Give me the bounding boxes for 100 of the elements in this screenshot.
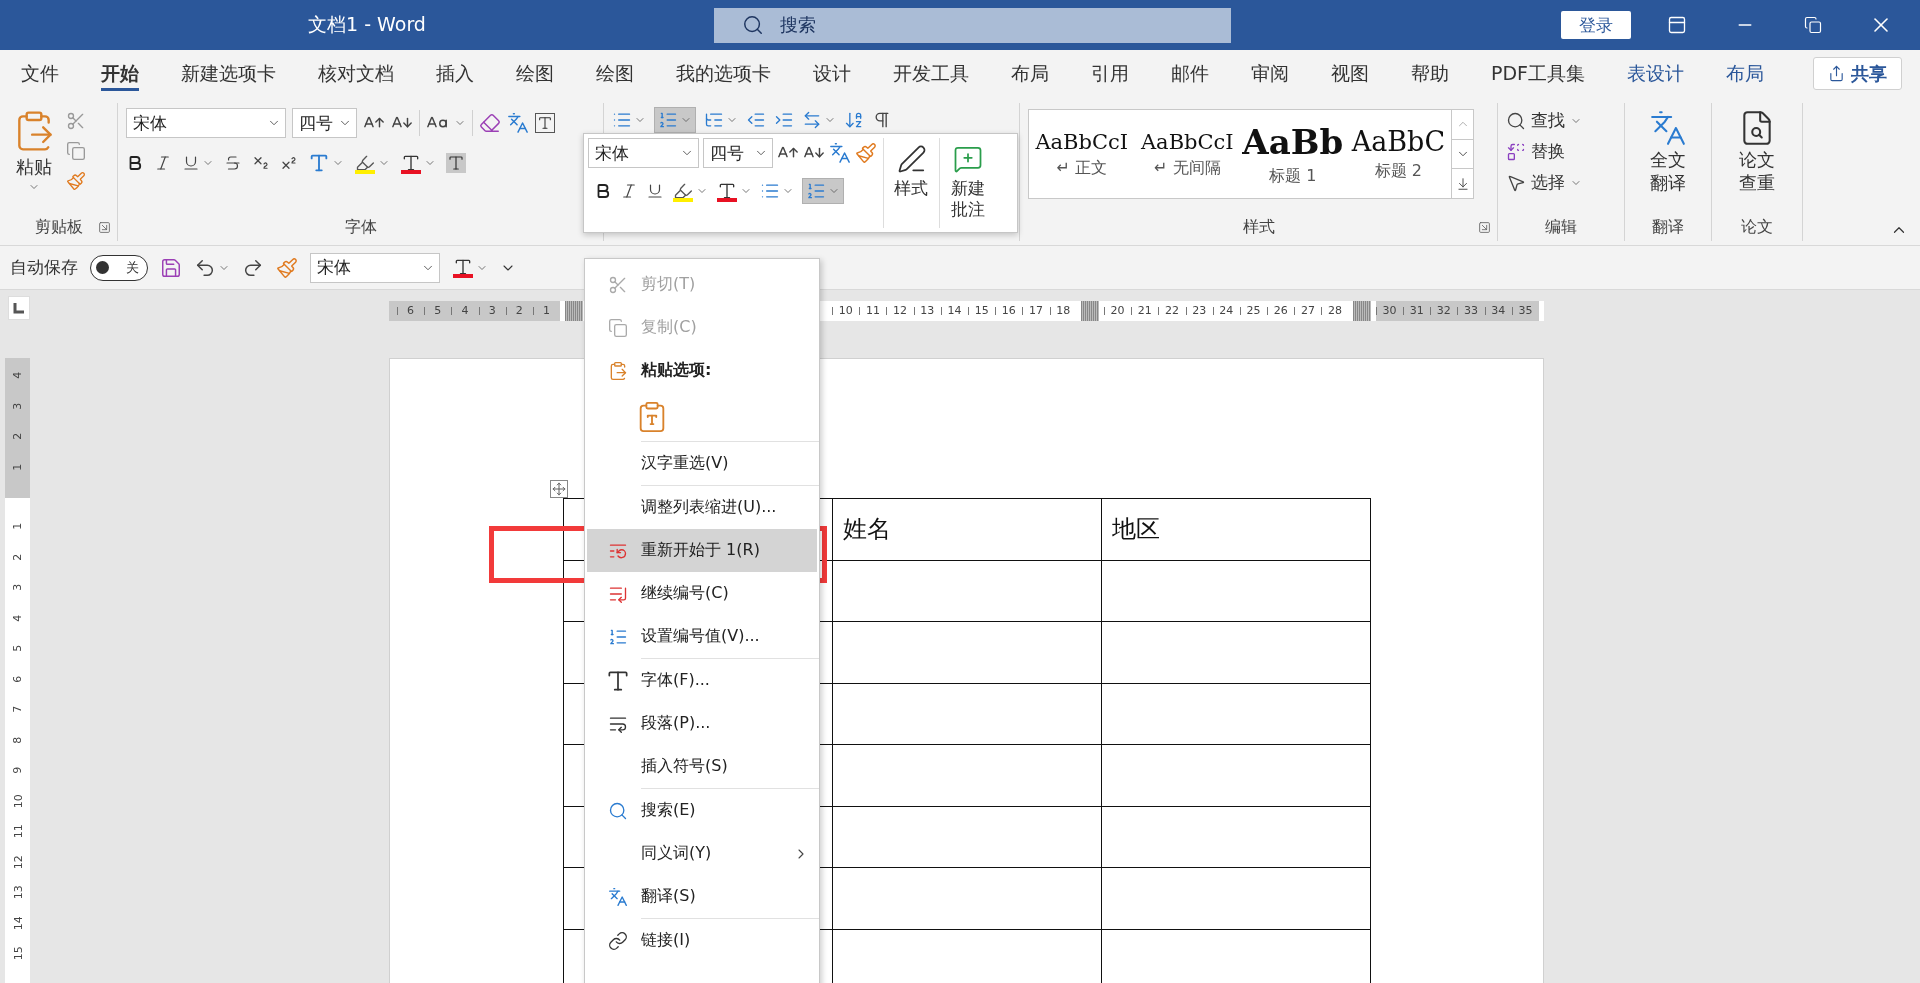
search-icon[interactable] <box>608 800 628 821</box>
editing-command[interactable]: 查找 <box>1506 109 1582 132</box>
sort-icon[interactable] <box>844 110 864 130</box>
ribbon-tab[interactable]: 我的选项卡 <box>655 50 792 97</box>
sign-in-button[interactable]: 登录 <box>1561 11 1631 39</box>
scissors-icon[interactable] <box>66 111 86 131</box>
numbering-button[interactable] <box>802 178 844 204</box>
editing-command[interactable]: 选择 <box>1506 171 1582 194</box>
ruler-number: 30 <box>1375 301 1404 321</box>
ribbon-tab[interactable]: 文件 <box>0 50 80 97</box>
share-button[interactable]: 共享 <box>1813 57 1902 90</box>
ribbon-tab[interactable]: 视图 <box>1310 50 1390 97</box>
menu-item[interactable]: 链接(I) <box>587 919 817 962</box>
menu-item[interactable]: 字体(F)... <box>587 659 817 702</box>
character-shading-icon[interactable] <box>446 153 466 173</box>
ribbon-tab[interactable]: 插入 <box>415 50 495 97</box>
paste-button[interactable]: 粘贴 <box>8 105 60 213</box>
phonetic-guide-icon[interactable] <box>507 112 529 134</box>
column-marker[interactable] <box>1081 301 1100 321</box>
ribbon-tab[interactable]: 设计 <box>792 50 872 97</box>
italic-icon[interactable] <box>154 154 172 172</box>
numbered-list-icon[interactable] <box>806 181 826 201</box>
strikethrough-icon[interactable] <box>224 154 242 172</box>
ribbon-tab[interactable]: PDF工具集 <box>1470 50 1607 97</box>
ribbon-tab[interactable]: 引用 <box>1070 50 1150 97</box>
font-color-icon[interactable] <box>452 257 474 278</box>
ribbon-tab[interactable]: 绘图 <box>495 50 575 97</box>
underline-icon[interactable] <box>182 154 200 172</box>
format-painter-icon[interactable] <box>276 256 298 279</box>
font-name-dropdown[interactable]: 宋体 <box>310 252 440 283</box>
more-styles-icon[interactable] <box>1455 176 1470 191</box>
thesis-check-button[interactable]: 论文查重 <box>1733 105 1781 213</box>
ribbon-tab[interactable]: 审阅 <box>1230 50 1310 97</box>
comment-plus-icon[interactable] <box>953 144 983 174</box>
ruler-number: 1 <box>10 522 25 530</box>
font-name-dropdown[interactable]: 宋体 <box>126 108 286 138</box>
search-icon[interactable] <box>742 14 764 36</box>
share-icon[interactable] <box>1828 65 1845 82</box>
copy-icon[interactable] <box>66 141 86 161</box>
italic-icon[interactable] <box>620 182 638 200</box>
clear-formatting-icon[interactable] <box>479 112 501 134</box>
editing-command[interactable]: 替换 <box>1506 140 1582 163</box>
column-marker[interactable] <box>564 301 583 321</box>
menu-item[interactable]: 设置编号值(V)... <box>587 615 817 658</box>
menu-item[interactable]: 汉字重选(V) <box>587 442 817 485</box>
ribbon-tab[interactable]: 布局 <box>990 50 1070 97</box>
ribbon-tab[interactable]: 布局 <box>1705 50 1786 97</box>
superscript-icon[interactable] <box>280 154 298 172</box>
phonetic-guide-icon[interactable] <box>829 142 851 164</box>
style-option[interactable]: AaBbCcI ↵ 无间隔 <box>1134 110 1241 198</box>
ruler-number: 16 <box>995 301 1023 321</box>
ribbon-tab[interactable]: 帮助 <box>1390 50 1470 97</box>
translate-icon[interactable] <box>608 886 628 907</box>
translate-icon[interactable] <box>1649 109 1687 147</box>
menu-item[interactable]: 调整列表缩进(U)... <box>587 486 817 529</box>
font-size-dropdown[interactable]: 四号 <box>703 138 773 168</box>
ruler-number: 6 <box>10 675 25 683</box>
style-option[interactable]: AaBbCcI ↵ 正文 <box>1029 110 1135 198</box>
styles-icon[interactable] <box>896 144 927 174</box>
subscript-icon[interactable] <box>252 154 270 172</box>
new-comment-button[interactable]: 新建批注 <box>940 138 996 228</box>
menu-item[interactable]: 重新开始于 1(R) <box>587 529 817 572</box>
launcher-icon[interactable] <box>1478 221 1491 234</box>
launcher-icon[interactable] <box>98 221 111 234</box>
text-direction-icon[interactable] <box>802 110 822 130</box>
ribbon-display-icon[interactable] <box>1667 15 1687 35</box>
text-effects-icon[interactable] <box>308 152 330 174</box>
format-painter-icon[interactable] <box>855 142 877 164</box>
ruler-number: 4 <box>451 301 479 321</box>
restore-icon[interactable] <box>1804 16 1822 34</box>
replace-icon[interactable] <box>1506 141 1526 162</box>
underline-icon[interactable] <box>646 182 664 200</box>
style-option[interactable]: AaBbC 标题 2 <box>1345 110 1452 198</box>
font-size-dropdown[interactable]: 四号 <box>292 108 357 138</box>
menu-item[interactable]: 搜索(E) <box>587 789 817 832</box>
ribbon-tab[interactable]: 开发工具 <box>872 50 990 97</box>
column-marker[interactable] <box>1353 301 1372 321</box>
style-option[interactable]: AaBb 标题 1 <box>1240 110 1346 198</box>
tab-selector[interactable] <box>8 296 30 320</box>
ruler-number: 4 <box>10 614 25 622</box>
autosave-toggle[interactable]: 关 <box>90 254 148 281</box>
numbering-button[interactable] <box>654 107 696 133</box>
font-name-dropdown[interactable]: 宋体 <box>588 138 699 168</box>
search-field[interactable]: 搜索 <box>714 7 1231 43</box>
ribbon-tab[interactable]: 新建选项卡 <box>160 50 297 97</box>
ribbon-tab[interactable]: 核对文档 <box>297 50 415 97</box>
numbered-list-icon[interactable] <box>658 110 678 130</box>
ruler-number: 32 <box>1430 301 1458 321</box>
full-translate-button[interactable]: 全文翻译 <box>1644 105 1692 213</box>
link-icon[interactable] <box>608 930 628 951</box>
format-painter-icon[interactable] <box>66 171 86 191</box>
search-icon[interactable] <box>1506 110 1526 131</box>
ruler-number: 27 <box>1294 301 1322 321</box>
styles-button[interactable]: 样式 <box>884 138 940 228</box>
ribbon-tab[interactable]: 邮件 <box>1150 50 1230 97</box>
ribbon-tab[interactable]: 绘图 <box>575 50 655 97</box>
menu-item[interactable]: 同义词(Y) <box>587 832 817 875</box>
character-border-icon[interactable] <box>535 113 555 133</box>
save-icon[interactable] <box>160 256 182 279</box>
ribbon-tab[interactable]: 表设计 <box>1606 50 1706 97</box>
